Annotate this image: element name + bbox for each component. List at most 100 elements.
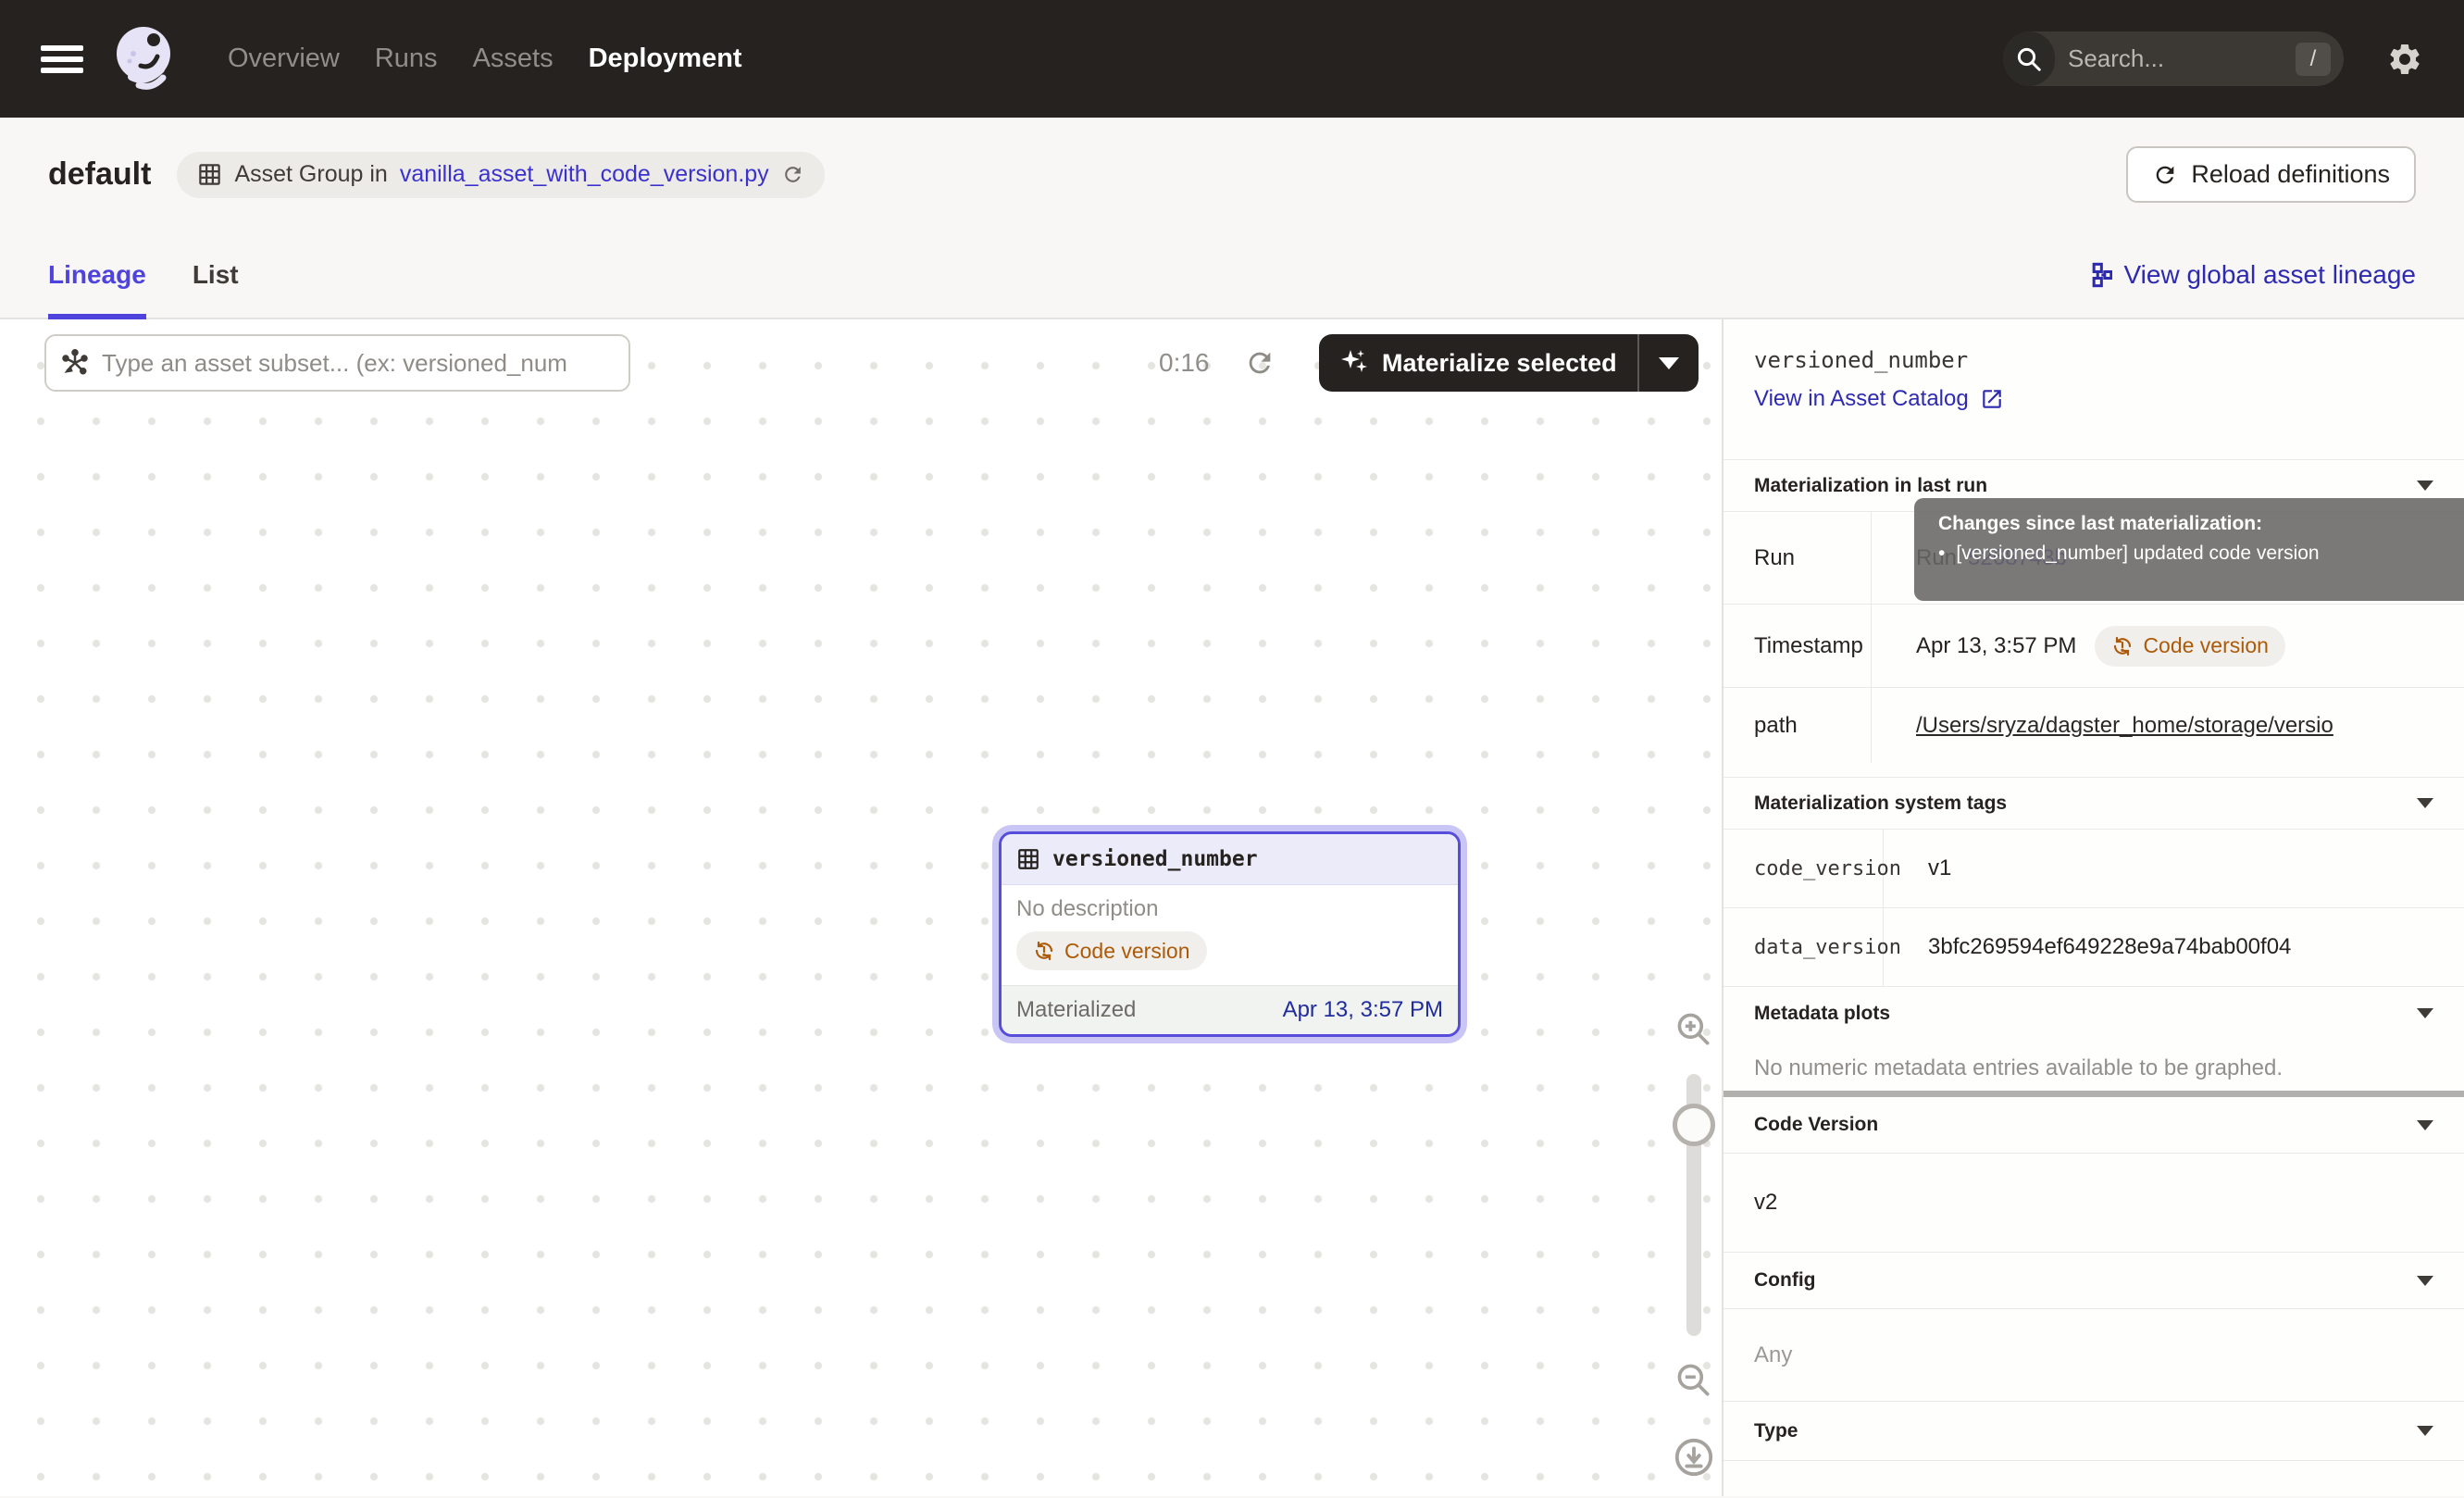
section-divider-bar[interactable] — [1724, 1091, 2464, 1097]
section-header-label: Metadata plots — [1754, 1003, 1890, 1025]
code-version-section-value: v2 — [1724, 1153, 2464, 1252]
section-header-system-tags[interactable]: Materialization system tags — [1724, 777, 2464, 829]
search-shortcut-badge: / — [2296, 43, 2331, 76]
data-version-value: 3bfc269594ef649228e9a74bab00f04 — [1884, 908, 2464, 986]
asset-node-description: No description — [1016, 896, 1443, 922]
table-row-code-version: code_version v1 — [1724, 829, 2464, 907]
row-label: path — [1724, 688, 1872, 763]
tab-row: Lineage List View global asset lineage — [0, 231, 2464, 319]
code-version-badge: Code version — [1016, 931, 1207, 970]
search-box[interactable]: / — [2003, 31, 2344, 86]
zoom-slider[interactable] — [1686, 1074, 1701, 1336]
refresh-icon[interactable] — [1244, 347, 1276, 379]
view-in-asset-catalog-link[interactable]: View in Asset Catalog — [1754, 386, 2433, 412]
breadcrumb: Asset Group in vanilla_asset_with_code_v… — [177, 152, 824, 198]
materialize-selected-button[interactable]: Materialize selected — [1319, 334, 1699, 392]
section-header-label: Materialization in last run — [1754, 475, 1987, 497]
grid-icon — [197, 162, 222, 187]
row-label: Timestamp — [1724, 605, 1872, 687]
materialize-dropdown-button[interactable] — [1639, 334, 1699, 392]
tab-list[interactable]: List — [193, 231, 239, 318]
catalog-link-label: View in Asset Catalog — [1754, 386, 1969, 412]
breadcrumb-file-link[interactable]: vanilla_asset_with_code_version.py — [400, 161, 769, 188]
zoom-controls — [1666, 1009, 1722, 1479]
external-link-icon — [1980, 387, 2004, 411]
code-version-icon — [1033, 940, 1055, 962]
dagster-logo[interactable] — [109, 23, 181, 95]
view-global-lineage-link[interactable]: View global asset lineage — [2086, 260, 2416, 290]
code-version-value: v1 — [1884, 830, 2464, 907]
sparkle-icon — [1339, 348, 1369, 378]
reload-definitions-button[interactable]: Reload definitions — [2126, 146, 2416, 203]
hamburger-menu-icon[interactable] — [41, 45, 83, 73]
changes-tooltip: Changes since last materialization: • [v… — [1914, 498, 2464, 601]
sidebar-asset-title: versioned_number — [1754, 347, 2433, 373]
chevron-down-icon — [2417, 1426, 2433, 1436]
section-header-label: Materialization system tags — [1754, 793, 2007, 815]
section-header-label: Config — [1754, 1269, 1815, 1292]
table-row-timestamp: Timestamp Apr 13, 3:57 PM Code version — [1724, 604, 2464, 687]
asset-subset-input[interactable] — [102, 349, 614, 378]
download-icon[interactable] — [1673, 1436, 1715, 1479]
grid-icon — [1016, 847, 1040, 871]
tooltip-bullet: • — [1938, 543, 1945, 565]
top-nav: Overview Runs Assets Deployment / — [0, 0, 2464, 118]
code-version-badge-label: Code version — [2143, 633, 2269, 658]
section-header-code-version[interactable]: Code Version — [1724, 1097, 2464, 1153]
path-link[interactable]: /Users/sryza/dagster_home/storage/versio — [1916, 713, 2333, 739]
asset-status-time[interactable]: Apr 13, 3:57 PM — [1283, 997, 1443, 1023]
materialize-selected-label: Materialize selected — [1382, 349, 1617, 378]
zoom-in-icon[interactable] — [1674, 1009, 1714, 1050]
lineage-graph-icon — [2086, 262, 2112, 288]
zoom-slider-handle[interactable] — [1673, 1104, 1715, 1146]
code-version-badge-label: Code version — [1064, 939, 1190, 964]
nav-item-deployment[interactable]: Deployment — [589, 44, 742, 74]
section-header-config[interactable]: Config — [1724, 1252, 2464, 1308]
nav-item-runs[interactable]: Runs — [375, 44, 438, 74]
chevron-down-icon — [2417, 1120, 2433, 1130]
chevron-down-icon — [2417, 1276, 2433, 1286]
asset-subset-filter — [44, 334, 630, 392]
timestamp-value: Apr 13, 3:57 PM — [1916, 633, 2076, 659]
lineage-canvas[interactable]: 0:16 Materialize selected — [0, 319, 1722, 1496]
tab-lineage[interactable]: Lineage — [48, 231, 146, 318]
search-icon — [2003, 31, 2055, 86]
tooltip-title: Changes since last materialization: — [1938, 513, 2453, 535]
section-header-metadata-plots[interactable]: Metadata plots — [1724, 986, 2464, 1040]
refresh-timer: 0:16 — [1159, 334, 1210, 392]
table-row-path: path /Users/sryza/dagster_home/storage/v… — [1724, 687, 2464, 763]
config-section-value: Any — [1724, 1308, 2464, 1401]
asset-status-label: Materialized — [1016, 997, 1136, 1023]
chevron-down-icon — [2417, 798, 2433, 808]
metadata-plots-empty-text: No numeric metadata entries available to… — [1724, 1040, 2464, 1091]
row-label: Run — [1724, 512, 1872, 604]
zoom-out-icon[interactable] — [1674, 1360, 1714, 1401]
chevron-down-icon — [2417, 1008, 2433, 1018]
nav-item-overview[interactable]: Overview — [228, 44, 340, 74]
asset-node-title: versioned_number — [1052, 847, 1258, 871]
chevron-down-icon — [2417, 481, 2433, 491]
row-label: data_version — [1724, 908, 1884, 986]
section-header-label: Code Version — [1754, 1114, 1878, 1136]
code-version-icon — [2111, 635, 2134, 657]
tooltip-item: [versioned_number] updated code version — [1956, 543, 2319, 565]
code-version-badge: Code version — [2095, 626, 2285, 667]
primary-nav: Overview Runs Assets Deployment — [228, 44, 742, 74]
reload-icon[interactable] — [781, 163, 804, 186]
view-global-lineage-label: View global asset lineage — [2124, 260, 2416, 290]
asset-detail-sidebar: versioned_number View in Asset Catalog M… — [1722, 319, 2464, 1496]
gear-icon[interactable] — [2386, 41, 2423, 78]
row-label: code_version — [1724, 830, 1884, 907]
chevron-down-icon — [1659, 357, 1679, 369]
section-header-label: Type — [1754, 1420, 1798, 1442]
asset-filter-icon — [61, 349, 89, 377]
table-row-data-version: data_version 3bfc269594ef649228e9a74bab0… — [1724, 907, 2464, 986]
reload-definitions-label: Reload definitions — [2191, 160, 2390, 189]
section-header-type[interactable]: Type — [1724, 1401, 2464, 1461]
nav-item-assets[interactable]: Assets — [473, 44, 554, 74]
breadcrumb-prefix: Asset Group in — [234, 161, 387, 188]
search-input[interactable] — [2055, 44, 2296, 73]
page-title: default — [48, 156, 151, 193]
page-header: default Asset Group in vanilla_asset_wit… — [0, 118, 2464, 231]
asset-node-versioned-number[interactable]: versioned_number No description Code ver… — [999, 831, 1461, 1037]
